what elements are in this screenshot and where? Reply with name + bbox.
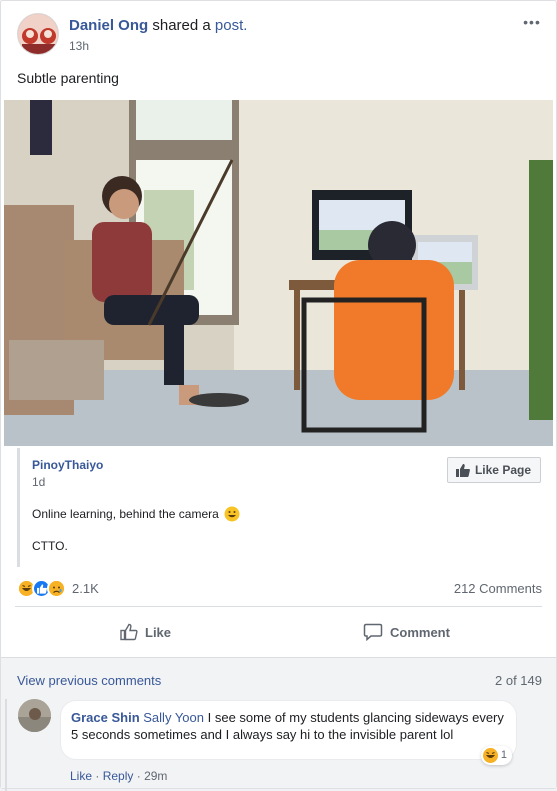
author-line: Daniel Ong shared a post. (69, 17, 247, 34)
like-page-label: Like Page (474, 463, 531, 477)
haha-icon (482, 748, 498, 763)
comment-time[interactable]: 29m (144, 769, 167, 783)
like-page-button[interactable]: Like Page (446, 457, 541, 483)
comment-reaction-count: 1 (500, 749, 507, 761)
comment-meta: Like · Reply · 29m (70, 769, 167, 783)
grin-emoji-icon (224, 506, 240, 522)
post-photo[interactable] (4, 100, 553, 446)
comment-reply-link[interactable]: Reply (103, 769, 134, 783)
commenter-name[interactable]: Grace Shin (71, 710, 140, 725)
like-button[interactable]: Like (120, 623, 171, 641)
comment-like-link[interactable]: Like (70, 769, 92, 783)
author-name[interactable]: Daniel Ong (69, 17, 148, 34)
post-timestamp[interactable]: 13h (69, 39, 89, 53)
sad-icon (47, 579, 66, 598)
comment-count[interactable]: 212 Comments (454, 581, 542, 596)
comment-reactions[interactable]: 1 (480, 746, 512, 765)
post-link[interactable]: post. (215, 17, 248, 34)
thumbs-up-icon (455, 463, 470, 477)
comments-pager: 2 of 149 (495, 673, 542, 688)
comment-mention[interactable]: Sally Yoon (143, 710, 204, 725)
separator: · (95, 769, 100, 783)
comments-section: View previous comments 2 of 149 Grace Sh… (1, 658, 556, 791)
ellipsis-icon[interactable]: ••• (520, 15, 544, 29)
post-card: Daniel Ong shared a post. 13h ••• Subtle… (0, 0, 557, 791)
shared-caption-row: Online learning, behind the camera (32, 506, 240, 522)
reactions-summary[interactable]: 2.1K (17, 579, 99, 598)
thread-line (5, 699, 7, 791)
separator: · (136, 769, 141, 783)
shared-page-name[interactable]: PinoyThaiyo (32, 458, 103, 472)
author-avatar[interactable] (17, 13, 59, 55)
divider (15, 606, 542, 607)
reaction-count[interactable]: 2.1K (72, 581, 99, 596)
comment-bubble: Grace Shin Sally Yoon I see some of my s… (60, 700, 517, 765)
speech-bubble-icon (363, 623, 383, 641)
view-previous-comments-link[interactable]: View previous comments (17, 673, 161, 688)
shared-source: PinoyThaiyo 1d Like Page Online learning… (17, 448, 545, 567)
commenter-avatar[interactable] (18, 699, 51, 732)
shared-credit: CTTO. (32, 539, 68, 553)
post-text: Subtle parenting (17, 70, 119, 86)
comment-label: Comment (390, 624, 450, 640)
comment-button[interactable]: Comment (363, 623, 450, 641)
shared-caption: Online learning, behind the camera (32, 507, 219, 521)
post-header: Daniel Ong shared a post. 13h ••• (17, 13, 544, 57)
author-action: shared a (152, 17, 211, 34)
thumbs-up-outline-icon (120, 623, 138, 641)
shared-page-time[interactable]: 1d (32, 475, 45, 489)
like-label: Like (145, 624, 172, 640)
